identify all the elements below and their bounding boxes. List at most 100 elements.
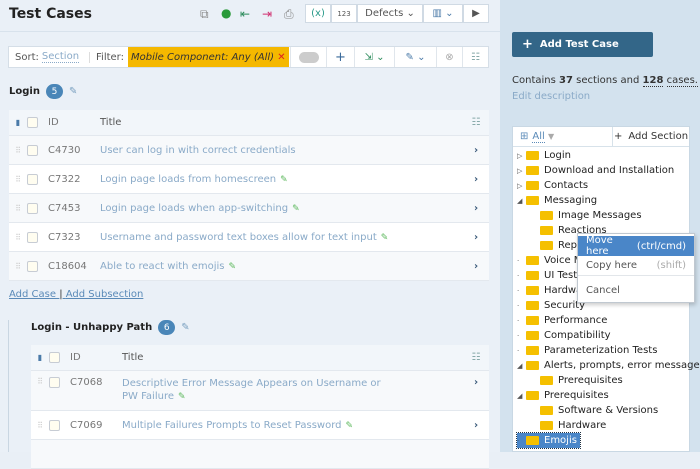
data-button[interactable]: 123 <box>331 4 357 23</box>
drag-handle-icon[interactable]: ⠿ <box>9 233 27 242</box>
tree-node[interactable]: Hardware <box>531 418 606 433</box>
tree-node[interactable]: Prerequisites <box>531 373 623 388</box>
row-checkbox[interactable] <box>27 202 38 214</box>
tree-node[interactable]: ▷ Login <box>517 148 571 163</box>
section-header-login-unhappy-path: Login - Unhappy Path 6 ✎ <box>31 320 190 335</box>
row-checkbox[interactable] <box>27 231 38 243</box>
caret-expanded-icon[interactable]: ◢ <box>517 392 526 400</box>
table-row[interactable]: ⠿ C7068 Descriptive Error Message Appears … <box>31 371 489 411</box>
import-icon[interactable]: ● <box>221 6 231 20</box>
drag-handle-icon[interactable]: ⠿ <box>31 377 49 386</box>
chevron-right-icon[interactable]: › <box>463 232 489 243</box>
reports-dropdown[interactable]: ▥ ⌄ <box>423 4 463 23</box>
row-checkbox[interactable] <box>49 419 60 431</box>
select-all-checkbox[interactable] <box>49 352 60 363</box>
add-section-label: Add Section <box>628 131 689 142</box>
print-icon[interactable]: ⎙ <box>284 7 294 22</box>
add-case-link[interactable]: Add Case <box>9 289 56 300</box>
tree-node[interactable]: ◢ Messaging <box>517 193 597 208</box>
remove-icon[interactable]: ✕ <box>277 52 285 63</box>
chevron-right-icon[interactable]: › <box>463 377 489 388</box>
menu-item-copy-here[interactable]: Copy here (shift) <box>578 256 694 276</box>
table-row[interactable]: ⠿ C7322 Login page loads from homescreen ✎ › <box>9 165 489 194</box>
drag-handle-icon[interactable]: ⠿ <box>9 204 27 213</box>
pencil-icon[interactable]: ✎ <box>69 86 77 97</box>
tree-node[interactable]: · Parameterization Tests <box>517 343 657 358</box>
edited-icon: ✎ <box>228 261 237 272</box>
tree-node[interactable]: ▷ Download and Installation <box>517 163 674 178</box>
sort-value[interactable]: Section <box>41 51 80 63</box>
tree-node-label: Login <box>544 150 571 161</box>
copy-icon[interactable]: ⧉ <box>200 7 209 22</box>
chevron-right-icon[interactable]: › <box>463 420 489 431</box>
edit-description-link[interactable]: Edit description <box>512 91 590 102</box>
add-filter-button[interactable]: + <box>326 47 354 67</box>
tree-node[interactable]: · Performance <box>517 313 607 328</box>
run-button[interactable]: ▶ <box>463 4 489 23</box>
tree-node[interactable]: ◢ Prerequisites <box>517 388 609 403</box>
drag-handle-icon[interactable]: ⠿ <box>9 262 27 271</box>
tree-node[interactable]: · UI Tests <box>517 268 582 283</box>
import-file-icon[interactable]: ⇤ <box>240 7 250 21</box>
drag-handle-icon[interactable]: ⠿ <box>9 175 27 184</box>
caret-right-icon[interactable]: ▷ <box>517 167 526 175</box>
case-title[interactable]: Descriptive Error Message Appears on Use… <box>122 377 463 404</box>
table-row[interactable]: ⠿ C4730 User can log in with correct crede… <box>9 136 489 165</box>
row-checkbox[interactable] <box>27 173 38 185</box>
caret-right-icon[interactable]: ▷ <box>517 182 526 190</box>
menu-item-cancel[interactable]: Cancel <box>578 280 694 300</box>
edit-dropdown[interactable]: ✎ ⌄ <box>394 47 436 67</box>
case-title-text: Descriptive Error Message Appears on Use… <box>122 378 381 402</box>
case-title[interactable]: User can log in with correct credentials <box>100 145 463 156</box>
add-subsection-link[interactable]: Add Subsection <box>66 289 144 300</box>
add-section-button[interactable]: + Add Section <box>613 127 689 146</box>
case-title[interactable]: Login page loads from homescreen ✎ <box>100 174 463 185</box>
variables-button[interactable]: (x) <box>305 4 331 23</box>
columns-icon[interactable]: ☷ <box>463 352 489 363</box>
columns-button[interactable]: ☷ <box>462 47 488 67</box>
menu-label: Move here <box>586 235 613 257</box>
case-title[interactable]: Multiple Failures Prompts to Reset Passw… <box>122 420 463 431</box>
folder-icon <box>526 151 539 160</box>
export-icon[interactable]: ⇥ <box>262 7 272 21</box>
filter-chip[interactable]: Mobile Component: Any (All) ✕ <box>128 47 289 67</box>
menu-item-move-here[interactable]: Move here (ctrl/cmd) <box>578 235 694 257</box>
tree-filter-dropdown[interactable]: ⊞ All ▼ <box>513 127 613 146</box>
case-title[interactable]: Login page loads when app-switching ✎ <box>100 203 463 214</box>
table-row[interactable]: ⠿ C18604 Able to react with emojis ✎ › <box>9 252 489 281</box>
tree-node[interactable]: · Compatibility <box>517 328 611 343</box>
drag-handle-icon[interactable]: ⠿ <box>9 146 27 155</box>
select-all-checkbox[interactable] <box>27 117 38 128</box>
table-row[interactable]: ⠿ C7453 Login page loads when app-switchin… <box>9 194 489 223</box>
clear-button[interactable]: ⊗ <box>436 47 462 67</box>
table-row[interactable]: ⠿ C7069 Multiple Failures Prompts to Reset… <box>31 411 489 440</box>
table-row[interactable] <box>31 440 489 469</box>
chevron-right-icon[interactable]: › <box>463 261 489 272</box>
tree-node[interactable]: ▷ Contacts <box>517 178 588 193</box>
case-title[interactable]: Able to react with emojis ✎ <box>100 261 463 272</box>
caret-right-icon[interactable]: ▷ <box>517 152 526 160</box>
row-checkbox[interactable] <box>49 377 60 388</box>
caret-expanded-icon[interactable]: ◢ <box>517 362 526 370</box>
defects-dropdown[interactable]: Defects ⌄ <box>357 4 423 23</box>
chevron-right-icon[interactable]: › <box>463 174 489 185</box>
chevron-right-icon[interactable]: › <box>463 203 489 214</box>
row-checkbox[interactable] <box>27 260 38 272</box>
drag-handle-icon[interactable]: ⠿ <box>31 421 49 430</box>
columns-icon[interactable]: ☷ <box>463 117 489 128</box>
tree-node[interactable]: Software & Versions <box>531 403 658 418</box>
case-title[interactable]: Username and password text boxes allow f… <box>100 232 463 243</box>
caret-expanded-icon[interactable]: ◢ <box>517 197 526 205</box>
tree-node[interactable]: Image Messages <box>531 208 642 223</box>
assign-dropdown[interactable]: ⇲ ⌄ <box>354 47 394 67</box>
chevron-right-icon[interactable]: › <box>463 145 489 156</box>
tree-node[interactable]: · Emojis <box>516 432 581 449</box>
add-test-case-button[interactable]: + Add Test Case <box>512 32 653 57</box>
row-checkbox[interactable] <box>27 144 38 156</box>
table-row[interactable]: ⠿ C7323 Username and password text boxes a… <box>9 223 489 252</box>
tree-node[interactable]: ◢ Alerts, prompts, error messages <box>517 358 700 373</box>
summary-post: cases. <box>666 75 698 87</box>
tree-node[interactable]: · Security <box>517 298 585 313</box>
toggle-switch[interactable] <box>290 47 326 67</box>
pencil-icon[interactable]: ✎ <box>181 322 189 333</box>
